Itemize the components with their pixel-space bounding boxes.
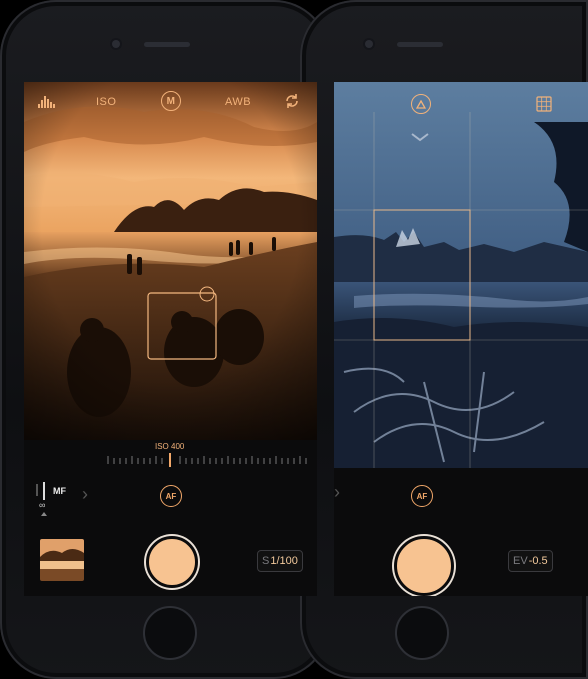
home-button[interactable] [143, 606, 197, 660]
viewfinder-beach[interactable]: ISO M AWB [24, 82, 317, 440]
last-photo-thumbnail[interactable] [40, 539, 84, 581]
shutter-button[interactable] [146, 536, 198, 588]
home-button[interactable] [395, 606, 449, 660]
iso-dial[interactable]: ISO 400 [24, 440, 317, 472]
focus-slider-handle[interactable] [43, 482, 45, 500]
autofocus-button[interactable]: AF [160, 485, 182, 507]
white-balance-button[interactable]: AWB [225, 96, 251, 108]
grid-icon[interactable] [536, 96, 552, 117]
earpiece-speaker [144, 42, 190, 47]
front-camera [112, 40, 120, 48]
camera-screen-right: › AF EV -0.5 [334, 82, 588, 596]
chevron-right-icon[interactable]: › [82, 484, 88, 505]
viewfinder-mountains[interactable] [334, 82, 588, 468]
autofocus-button[interactable]: AF [411, 485, 433, 507]
exposure-compensation-control[interactable]: EV -0.5 [508, 550, 553, 572]
focus-mode-label: MF [53, 486, 66, 496]
infinity-symbol: ∞ [39, 500, 46, 510]
shutter-button[interactable] [394, 536, 454, 596]
exposure-value: -0.5 [528, 555, 548, 567]
iso-button[interactable]: ISO [96, 96, 116, 108]
manual-mode-badge[interactable]: M [161, 91, 181, 111]
camera-flip-icon[interactable] [283, 92, 301, 113]
histogram-icon[interactable] [38, 94, 58, 111]
shutter-speed-value: 1/100 [270, 555, 298, 567]
camera-controls-left: ISO 400 MF ∞ › AF S 1/100 [24, 440, 317, 596]
focus-indicator-icon [41, 512, 47, 516]
front-camera [365, 40, 373, 48]
focus-slider-track [36, 484, 38, 496]
chevron-right-icon[interactable]: › [334, 482, 340, 503]
earpiece-speaker [397, 42, 443, 47]
triangle-icon[interactable] [411, 94, 431, 114]
shutter-speed-control[interactable]: S 1/100 [257, 550, 303, 572]
camera-screen-left: ISO M AWB ISO 400 MF ∞ › AF S 1/100 [24, 82, 317, 596]
shutter-speed-prefix: S [262, 555, 270, 567]
manual-focus-control[interactable]: MF ∞ [36, 482, 76, 516]
camera-controls-right: › AF EV -0.5 [334, 468, 588, 596]
exposure-prefix: EV [513, 555, 528, 567]
